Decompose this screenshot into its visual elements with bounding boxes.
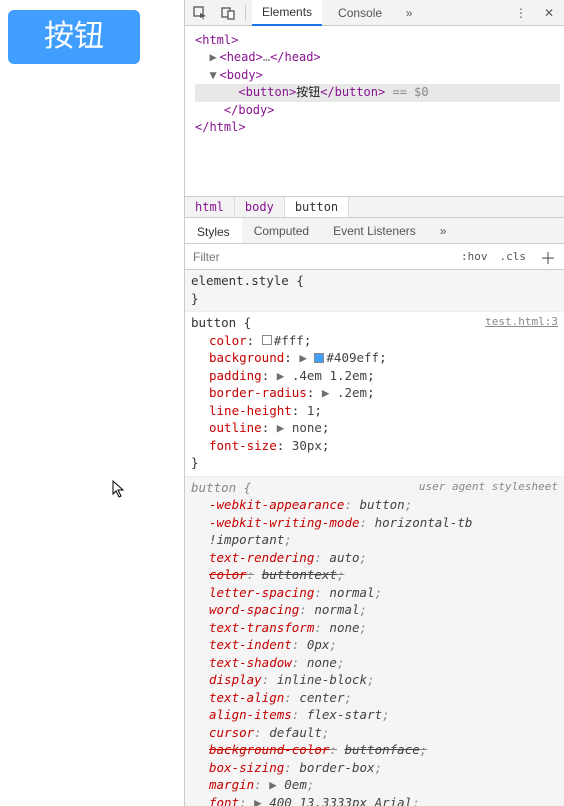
- cls-toggle[interactable]: .cls: [493, 250, 532, 263]
- close-icon[interactable]: ✕: [538, 2, 560, 24]
- filter-row: :hov .cls ＋: [185, 244, 564, 270]
- rule-origin-link[interactable]: test.html:3: [485, 314, 558, 332]
- tab-event-listeners[interactable]: Event Listeners: [321, 218, 428, 243]
- dom-tree[interactable]: <html> ▶<head>…</head> ▼<body> <button>按…: [185, 26, 564, 196]
- crumb-body[interactable]: body: [235, 197, 285, 217]
- css-prop-letter-spacing: letter-spacing: normal;: [191, 584, 558, 602]
- rule-button-ua: button { user agent stylesheet -webkit-a…: [185, 477, 564, 806]
- tab-styles[interactable]: Styles: [185, 218, 242, 243]
- css-prop-text-rendering: text-rendering: auto;: [191, 549, 558, 567]
- css-prop-text-shadow: text-shadow: none;: [191, 654, 558, 672]
- separator: [245, 5, 246, 21]
- devtools-panel: Elements Console » ⋮ ✕ <html> ▶<head>…</…: [184, 0, 564, 806]
- css-prop-display: display: inline-block;: [191, 671, 558, 689]
- css-prop-line-height[interactable]: line-height: 1;: [191, 402, 558, 420]
- styles-toolbar: Styles Computed Event Listeners »: [185, 218, 564, 244]
- css-prop-font-size[interactable]: font-size: 30px;: [191, 437, 558, 455]
- crumb-html[interactable]: html: [185, 197, 235, 217]
- css-prop--webkit-appearance: -webkit-appearance: button;: [191, 496, 558, 514]
- more-tabs-icon[interactable]: »: [398, 2, 420, 24]
- selected-node[interactable]: <button>按钮</button> == $0: [195, 84, 560, 101]
- css-prop--webkit-writing-mode: -webkit-writing-mode: horizontal-tb !imp…: [191, 514, 558, 549]
- css-prop-text-align: text-align: center;: [191, 689, 558, 707]
- rule-element-style[interactable]: element.style { }: [185, 270, 564, 312]
- tab-computed[interactable]: Computed: [242, 218, 321, 243]
- css-prop-text-indent: text-indent: 0px;: [191, 636, 558, 654]
- css-prop-outline[interactable]: outline: ▶ none;: [191, 419, 558, 437]
- css-prop-color[interactable]: color: #fff;: [191, 332, 558, 350]
- css-prop-border-radius[interactable]: border-radius: ▶ .2em;: [191, 384, 558, 402]
- crumb-button[interactable]: button: [285, 197, 349, 217]
- hov-toggle[interactable]: :hov: [455, 250, 494, 263]
- rule-button-authored[interactable]: button { test.html:3 color: #fff;backgro…: [185, 312, 564, 477]
- inspect-icon[interactable]: [189, 2, 211, 24]
- css-prop-padding[interactable]: padding: ▶ .4em 1.2em;: [191, 367, 558, 385]
- more-styles-tabs-icon[interactable]: »: [428, 218, 459, 243]
- device-toggle-icon[interactable]: [217, 2, 239, 24]
- css-prop-text-transform: text-transform: none;: [191, 619, 558, 637]
- css-prop-cursor: cursor: default;: [191, 724, 558, 742]
- filter-input[interactable]: [185, 244, 455, 269]
- css-prop-word-spacing: word-spacing: normal;: [191, 601, 558, 619]
- css-prop-align-items: align-items: flex-start;: [191, 706, 558, 724]
- breadcrumb: html body button: [185, 196, 564, 218]
- rule-origin-ua: user agent stylesheet: [419, 479, 558, 497]
- styles-panel[interactable]: element.style { } button { test.html:3 c…: [185, 270, 564, 806]
- tab-console[interactable]: Console: [328, 0, 392, 26]
- css-prop-color: color: buttontext;: [191, 566, 558, 584]
- css-prop-margin: margin: ▶ 0em;: [191, 776, 558, 794]
- rendered-button[interactable]: 按钮: [8, 10, 140, 64]
- tab-elements[interactable]: Elements: [252, 0, 322, 26]
- cursor-icon: [112, 480, 126, 503]
- css-prop-box-sizing: box-sizing: border-box;: [191, 759, 558, 777]
- css-prop-font: font: ▶ 400 13.3333px Arial;: [191, 794, 558, 806]
- rendered-page: 按钮: [0, 0, 184, 806]
- devtools-toolbar: Elements Console » ⋮ ✕: [185, 0, 564, 26]
- css-prop-background[interactable]: background: ▶ #409eff;: [191, 349, 558, 367]
- css-prop-background-color: background-color: buttonface;: [191, 741, 558, 759]
- new-style-rule-icon[interactable]: ＋: [532, 245, 564, 269]
- kebab-menu-icon[interactable]: ⋮: [510, 2, 532, 24]
